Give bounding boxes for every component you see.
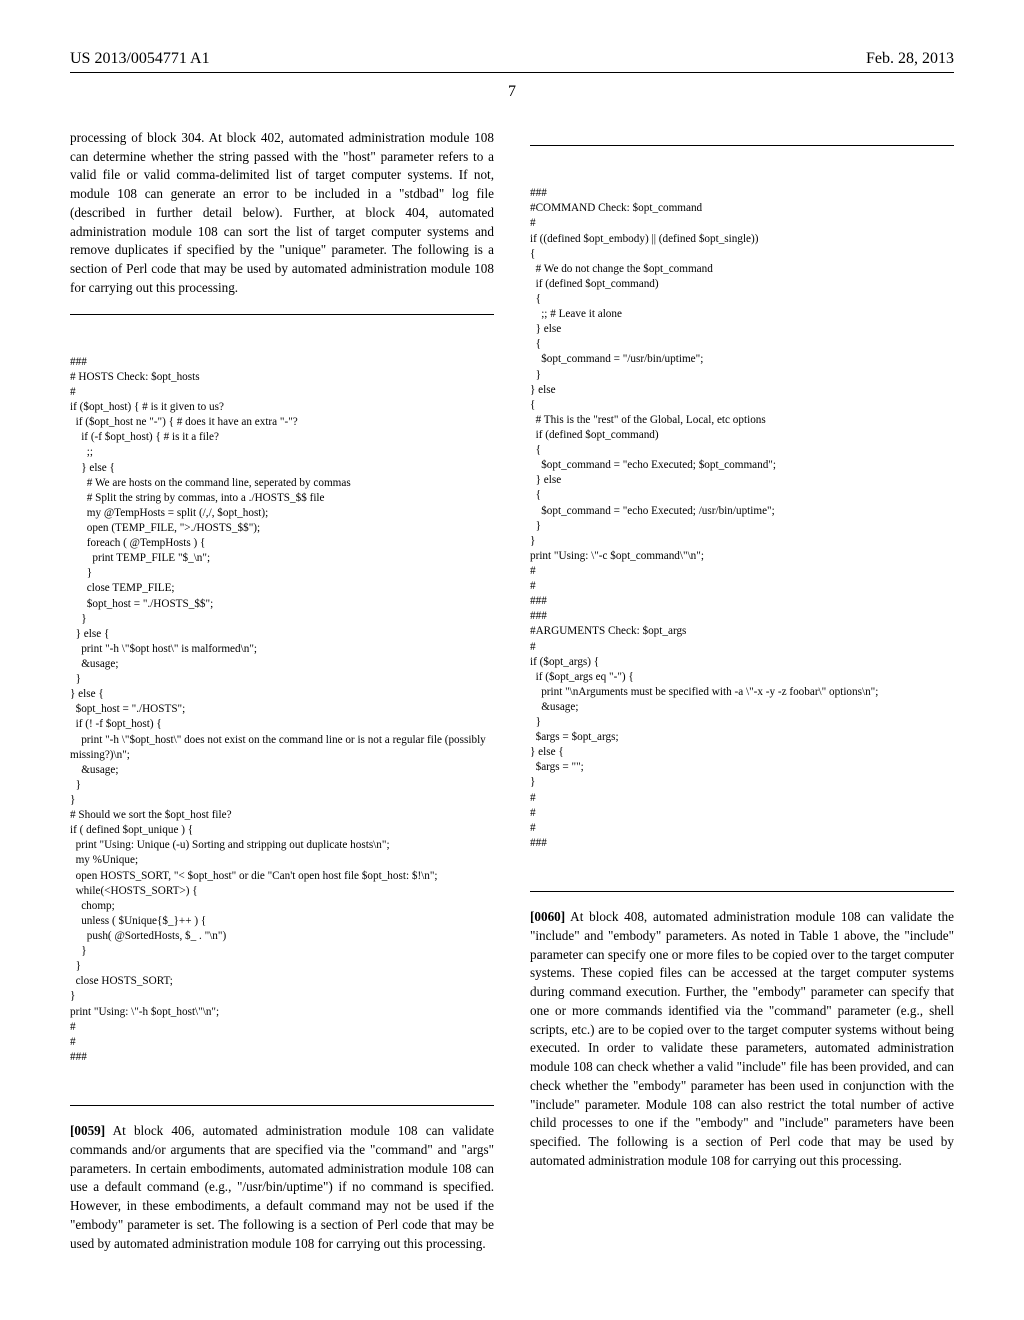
code-listing-hosts: ### # HOSTS Check: $opt_hosts # if ($opt… <box>70 314 494 1107</box>
publication-number: US 2013/0054771 A1 <box>70 50 210 68</box>
left-column: processing of block 304. At block 402, a… <box>70 129 494 1253</box>
two-column-layout: processing of block 304. At block 402, a… <box>70 129 954 1253</box>
page-number: 7 <box>70 83 954 101</box>
header-rule <box>70 72 954 73</box>
paragraph-number: [0059] <box>70 1123 105 1138</box>
code-listing-command-args: ### #COMMAND Check: $opt_command # if ((… <box>530 145 954 892</box>
paragraph-text: At block 406, automated administration m… <box>70 1123 494 1250</box>
body-paragraph: [0059] At block 406, automated administr… <box>70 1122 494 1253</box>
publication-date: Feb. 28, 2013 <box>866 50 954 68</box>
page-header: US 2013/0054771 A1 Feb. 28, 2013 <box>70 50 954 68</box>
patent-page: US 2013/0054771 A1 Feb. 28, 2013 7 proce… <box>0 0 1024 1320</box>
right-column: ### #COMMAND Check: $opt_command # if ((… <box>530 129 954 1253</box>
body-paragraph: [0060] At block 408, automated administr… <box>530 908 954 1170</box>
paragraph-number: [0060] <box>530 909 565 924</box>
code-text: ### # HOSTS Check: $opt_hosts # if ($opt… <box>70 355 494 1065</box>
paragraph-text: At block 408, automated administration m… <box>530 909 954 1168</box>
body-paragraph: processing of block 304. At block 402, a… <box>70 129 494 298</box>
code-text: ### #COMMAND Check: $opt_command # if ((… <box>530 186 954 851</box>
